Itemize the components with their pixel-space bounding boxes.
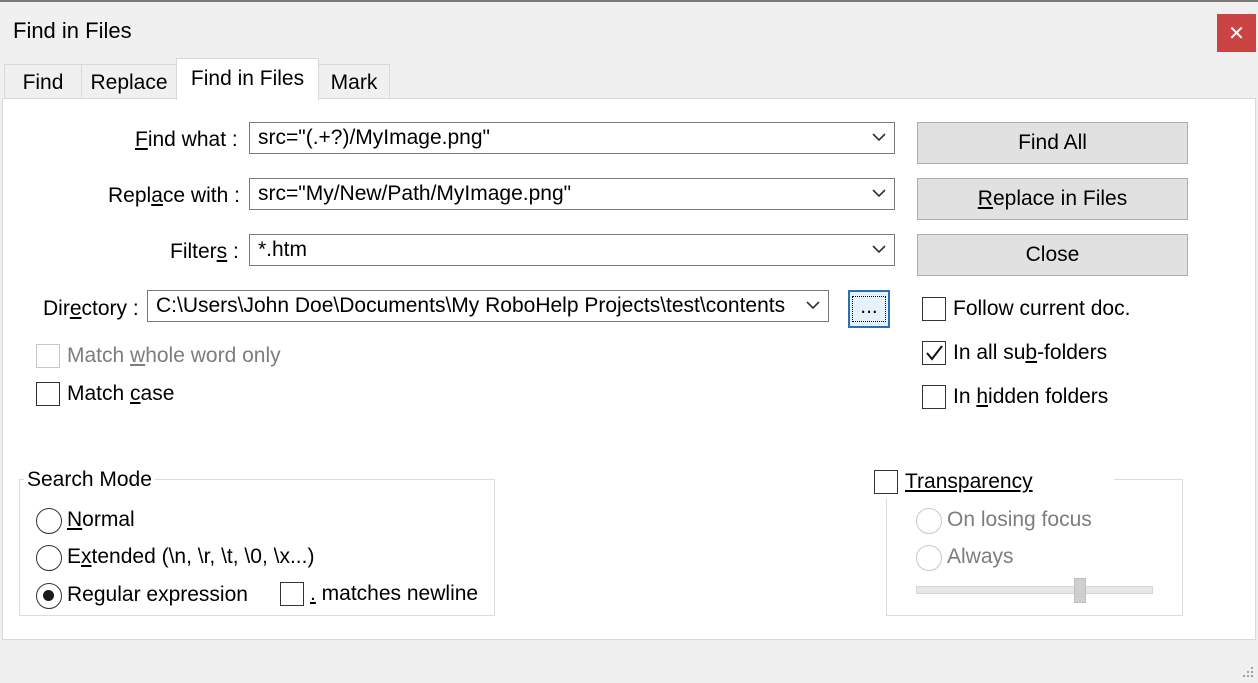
tab-label: Find	[22, 70, 64, 94]
in-all-subfolders-checkbox[interactable]	[922, 341, 946, 365]
chevron-down-icon[interactable]	[870, 128, 888, 146]
replace-with-value: src="My/New/Path/MyImage.png"	[258, 182, 572, 205]
follow-current-doc-checkbox[interactable]	[922, 297, 946, 321]
follow-current-doc-label: Follow current doc.	[953, 297, 1131, 320]
radio-on-losing-focus[interactable]	[916, 508, 942, 534]
match-case-label: Match case	[67, 382, 175, 405]
radio-always-label: Always	[947, 545, 1014, 568]
in-hidden-folders-checkbox[interactable]	[922, 385, 946, 409]
checkmark-icon	[926, 345, 943, 361]
radio-always[interactable]	[916, 545, 942, 571]
close-window-button[interactable]: ✕	[1217, 14, 1256, 52]
directory-value: C:\Users\John Doe\Documents\My RoboHelp …	[156, 294, 786, 317]
tab-label: Mark	[330, 70, 378, 94]
close-button[interactable]: Close	[917, 234, 1188, 276]
match-whole-word-label: Match whole word only	[67, 344, 281, 367]
directory-combo[interactable]: C:\Users\John Doe\Documents\My RoboHelp …	[147, 290, 829, 322]
find-what-combo[interactable]: src="(.+?)/MyImage.png"	[249, 122, 895, 154]
browse-directory-button[interactable]: ...	[848, 290, 890, 328]
radio-extended[interactable]	[36, 545, 62, 571]
in-all-subfolders-label: In all sub-folders	[953, 341, 1108, 364]
tab-label: Replace	[90, 70, 168, 94]
match-whole-word-checkbox[interactable]	[36, 344, 60, 368]
in-hidden-folders-label: In hidden folders	[953, 385, 1109, 408]
chevron-down-icon[interactable]	[870, 240, 888, 258]
find-all-label: Find All	[1018, 131, 1087, 154]
replace-with-combo[interactable]: src="My/New/Path/MyImage.png"	[249, 178, 895, 210]
filters-label: Filters :	[170, 240, 239, 263]
replace-with-label: Replace with :	[108, 184, 240, 207]
directory-label: Directory :	[43, 297, 139, 320]
radio-on-losing-focus-label: On losing focus	[947, 508, 1092, 531]
search-mode-title: Search Mode	[24, 468, 155, 492]
close-label: Close	[1025, 243, 1080, 266]
transparency-label: Transparency	[905, 470, 1033, 493]
tab-mark[interactable]: Mark	[318, 64, 390, 100]
close-icon: ✕	[1228, 22, 1245, 45]
dot-matches-newline-checkbox[interactable]	[280, 582, 304, 606]
transparency-slider-track[interactable]	[916, 586, 1153, 594]
replace-in-files-label: Replace in Files	[977, 187, 1128, 210]
tab-replace[interactable]: Replace	[81, 64, 177, 100]
title-bar	[0, 2, 1258, 60]
tab-find-in-files[interactable]: Find in Files	[176, 58, 319, 100]
status-bar	[0, 640, 1258, 683]
browse-label: ...	[860, 295, 878, 318]
match-case-checkbox[interactable]	[36, 382, 60, 406]
radio-regular-expression-label: Regular expression	[67, 583, 248, 606]
chevron-down-icon[interactable]	[870, 184, 888, 202]
find-what-label: Find what :	[135, 128, 238, 151]
window-title: Find in Files	[13, 18, 132, 43]
transparency-slider-thumb[interactable]	[1073, 578, 1086, 603]
replace-in-files-button[interactable]: Replace in Files	[917, 178, 1188, 220]
tab-find[interactable]: Find	[4, 64, 82, 100]
transparency-checkbox[interactable]	[874, 470, 898, 494]
radio-extended-label: Extended (\n, \r, \t, \0, \x...)	[67, 545, 315, 568]
chevron-down-icon[interactable]	[804, 296, 822, 314]
tab-label: Find in Files	[190, 67, 305, 90]
radio-regular-expression[interactable]	[36, 583, 62, 609]
find-what-value: src="(.+?)/MyImage.png"	[258, 126, 490, 149]
radio-normal[interactable]	[36, 508, 62, 534]
radio-normal-label: Normal	[67, 508, 135, 531]
find-all-button[interactable]: Find All	[917, 122, 1188, 164]
dot-matches-newline-label: . matches newline	[310, 582, 479, 605]
filters-value: *.htm	[258, 238, 308, 261]
filters-combo[interactable]: *.htm	[249, 234, 895, 266]
resize-grip-icon[interactable]	[1240, 664, 1254, 678]
radio-selected-dot	[43, 590, 54, 601]
